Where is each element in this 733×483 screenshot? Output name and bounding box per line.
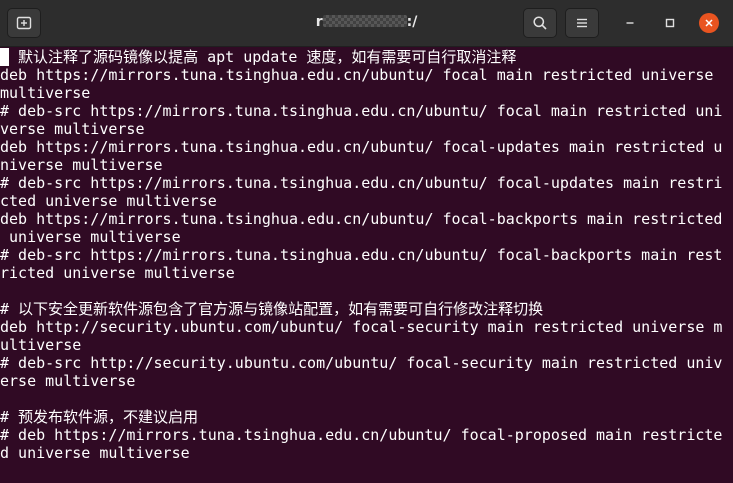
terminal-line: # deb-src http://security.ubuntu.com/ubu… <box>0 354 723 372</box>
minimize-button[interactable] <box>620 13 640 33</box>
terminal-line: deb http://security.ubuntu.com/ubuntu/ f… <box>0 318 723 336</box>
terminal-line: # 以下安全更新软件源包含了官方源与镜像站配置，如有需要可自行修改注释切换 <box>0 300 544 318</box>
window-title-suffix: :/ <box>406 14 418 30</box>
title-bar[interactable]: r :/ <box>0 0 733 47</box>
terminal-line: deb https://mirrors.tuna.tsinghua.edu.cn… <box>0 138 723 156</box>
search-icon <box>533 16 547 30</box>
terminal-line: niverse multiverse <box>0 156 163 174</box>
terminal-line: universe multiverse <box>0 228 181 246</box>
menu-button[interactable] <box>565 8 599 38</box>
terminal-output[interactable]: # 默认注释了源码镜像以提高 apt update 速度，如有需要可自行取消注释… <box>0 47 733 483</box>
window-title-prefix: r <box>315 14 323 30</box>
maximize-icon <box>665 18 675 28</box>
hamburger-menu-icon <box>577 18 587 28</box>
terminal-line: # 预发布软件源，不建议启用 <box>0 408 199 426</box>
redacted-title-mask <box>322 15 407 27</box>
close-icon <box>705 19 713 27</box>
terminal-line: deb https://mirrors.tuna.tsinghua.edu.cn… <box>0 210 723 228</box>
text-cursor <box>0 48 9 66</box>
terminal-scrollbar[interactable] <box>725 47 733 483</box>
close-button[interactable] <box>699 13 719 33</box>
terminal-line: erse multiverse <box>0 372 136 390</box>
minimize-icon <box>626 22 634 24</box>
terminal-line: # deb-src https://mirrors.tuna.tsinghua.… <box>0 246 723 264</box>
terminal-line: multiverse <box>0 84 91 102</box>
terminal-line: ricted universe multiverse <box>0 264 235 282</box>
terminal-line: cted universe multiverse <box>0 192 217 210</box>
terminal-window: r :/ # 默认注释了源码镜像以提高 apt update 速度，如有需要可自… <box>0 0 733 483</box>
terminal-line: ultiverse <box>0 336 82 354</box>
maximize-button[interactable] <box>660 13 680 33</box>
terminal-line: # 默认注释了源码镜像以提高 apt update 速度，如有需要可自行取消注释 <box>0 48 517 66</box>
terminal-line: d universe multiverse <box>0 444 190 462</box>
search-button[interactable] <box>523 8 557 38</box>
terminal-line: # deb https://mirrors.tuna.tsinghua.edu.… <box>0 426 723 444</box>
terminal-line: deb https://mirrors.tuna.tsinghua.edu.cn… <box>0 66 714 84</box>
terminal-line: # deb-src https://mirrors.tuna.tsinghua.… <box>0 174 723 192</box>
terminal-line: # deb-src https://mirrors.tuna.tsinghua.… <box>0 102 723 120</box>
terminal-line: verse multiverse <box>0 120 145 138</box>
